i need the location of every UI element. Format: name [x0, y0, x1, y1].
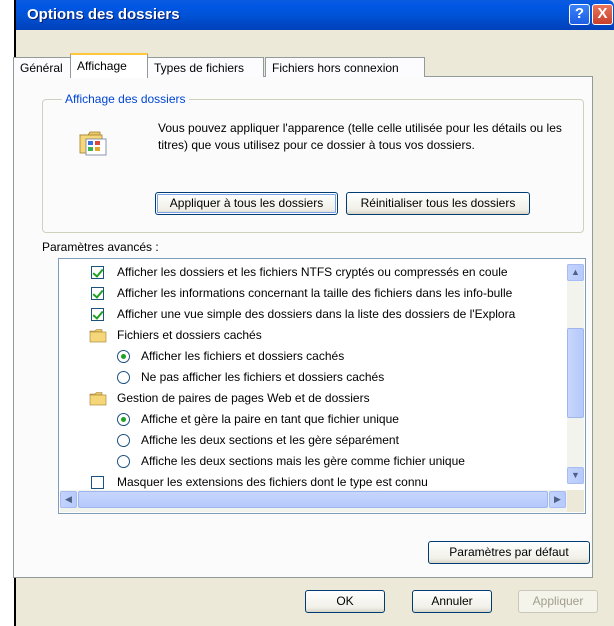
- apply-to-all-folders-button[interactable]: Appliquer à tous les dossiers: [155, 192, 338, 215]
- radio-button[interactable]: [117, 413, 130, 426]
- help-button[interactable]: ?: [569, 4, 590, 25]
- list-item-label: Afficher les dossiers et les fichiers NT…: [117, 265, 508, 279]
- list-item-label: Ne pas afficher les fichiers et dossiers…: [141, 370, 385, 384]
- help-icon: ?: [574, 5, 585, 22]
- folder-view-group-title: Affichage des dossiers: [62, 92, 189, 106]
- close-icon: X: [597, 5, 608, 22]
- folder-view-description: Vous pouvez appliquer l'apparence (telle…: [158, 121, 562, 152]
- checkbox[interactable]: [91, 476, 104, 489]
- horizontal-scroll-thumb[interactable]: [78, 491, 548, 508]
- list-group-label: Fichiers et dossiers cachés: [117, 328, 262, 342]
- scroll-down-button[interactable]: ▼: [567, 467, 584, 484]
- tab-affichage[interactable]: Affichage: [70, 53, 148, 78]
- folder-icon: [89, 329, 107, 343]
- list-item-label: Afficher une vue simple des dossiers dan…: [117, 307, 516, 321]
- vertical-scroll-thumb[interactable]: [567, 328, 584, 418]
- advanced-settings-list[interactable]: Afficher les dossiers et les fichiers NT…: [58, 258, 586, 514]
- advanced-settings-label: Paramètres avancés :: [42, 240, 159, 254]
- window-title: Options des dossiers: [27, 6, 180, 23]
- list-item-label: Affiche les deux sections mais les gère …: [141, 454, 465, 468]
- list-item-label: Affiche et gère la paire en tant que fic…: [141, 412, 399, 426]
- folder-icon: [89, 392, 107, 406]
- chevron-left-icon: ◀: [65, 494, 72, 504]
- chevron-up-icon: ▲: [571, 267, 580, 277]
- list-item-label: Afficher les fichiers et dossiers cachés: [141, 349, 345, 363]
- tab-general[interactable]: Général: [13, 57, 71, 77]
- checkbox[interactable]: [91, 287, 104, 300]
- ok-button[interactable]: OK: [305, 590, 385, 613]
- chevron-right-icon: ▶: [554, 494, 561, 504]
- horizontal-scrollbar[interactable]: ◀ ▶: [60, 490, 567, 512]
- checkbox[interactable]: [91, 308, 104, 321]
- close-button[interactable]: X: [592, 4, 613, 25]
- list-item-label: Afficher les informations concernant la …: [117, 286, 513, 300]
- scroll-right-button[interactable]: ▶: [549, 491, 566, 508]
- list-item-label: Affiche les deux sections et les gère sé…: [141, 433, 399, 447]
- radio-button[interactable]: [117, 350, 130, 363]
- tab-fichiers-hors-connexion[interactable]: Fichiers hors connexion: [265, 57, 425, 77]
- scroll-left-button[interactable]: ◀: [60, 491, 77, 508]
- folder-view-icon: [79, 131, 107, 156]
- apply-button[interactable]: Appliquer: [518, 590, 598, 613]
- tab-types-de-fichiers[interactable]: Types de fichiers: [147, 57, 264, 77]
- radio-button[interactable]: [117, 455, 130, 468]
- title-bar[interactable]: Options des dossiers ? X: [16, 0, 614, 30]
- checkbox[interactable]: [91, 266, 104, 279]
- scrollbar-corner: [567, 490, 584, 512]
- radio-button[interactable]: [117, 434, 130, 447]
- list-group-label: Gestion de paires de pages Web et de dos…: [117, 391, 370, 405]
- cancel-button[interactable]: Annuler: [412, 590, 492, 613]
- reset-all-folders-button[interactable]: Réinitialiser tous les dossiers: [346, 192, 530, 215]
- radio-button[interactable]: [117, 371, 130, 384]
- scroll-up-button[interactable]: ▲: [567, 264, 584, 281]
- restore-defaults-button[interactable]: Paramètres par défaut: [428, 541, 590, 564]
- chevron-down-icon: ▼: [571, 470, 580, 480]
- vertical-scrollbar[interactable]: ▲ ▼: [567, 264, 584, 484]
